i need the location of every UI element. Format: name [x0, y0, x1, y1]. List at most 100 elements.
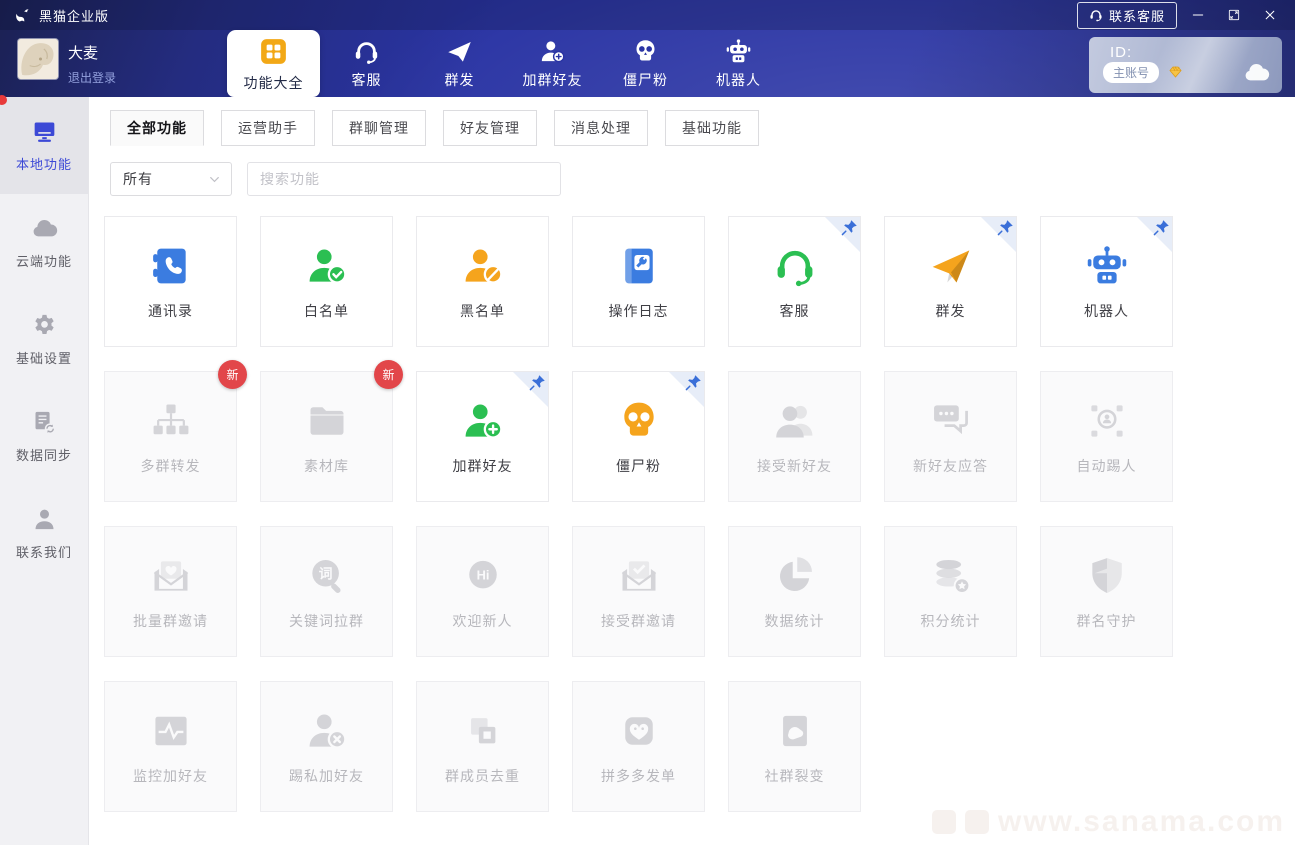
avatar[interactable] — [18, 39, 58, 79]
app-logo-icon — [14, 7, 31, 24]
card-contacts[interactable]: 通讯录 — [104, 216, 237, 347]
nav-item-mass-send[interactable]: 群发 — [413, 30, 506, 97]
card-mass-send[interactable]: 群发 — [884, 216, 1017, 347]
category-select[interactable]: 所有 — [110, 162, 232, 196]
main-account-badge: 主账号 — [1103, 62, 1159, 83]
tab-all-features[interactable]: 全部功能 — [110, 110, 204, 146]
card-label: 多群转发 — [141, 456, 201, 476]
card-label: 通讯录 — [148, 301, 193, 321]
sidebar-item-local-features[interactable]: 本地功能 — [0, 97, 88, 194]
sidebar-item-contact-us[interactable]: 联系我们 — [0, 485, 88, 582]
category-select-value: 所有 — [123, 169, 153, 189]
card-robot[interactable]: 机器人 — [1040, 216, 1173, 347]
card-label: 新好友应答 — [913, 456, 988, 476]
gear-icon — [31, 312, 58, 339]
card-label: 社群裂变 — [765, 766, 825, 786]
card-keyword-pull-group[interactable]: 词关键词拉群 — [260, 526, 393, 657]
card-pdd-order-send[interactable]: 拼多多发单 — [572, 681, 705, 812]
card-label: 关键词拉群 — [289, 611, 364, 631]
card-label: 群成员去重 — [445, 766, 520, 786]
card-data-statistics[interactable]: 数据统计 — [728, 526, 861, 657]
card-auto-kick[interactable]: 自动踢人 — [1040, 371, 1173, 502]
tab-basic-features[interactable]: 基础功能 — [665, 110, 759, 146]
card-monitor-add-friend[interactable]: 监控加好友 — [104, 681, 237, 812]
person-add-icon — [461, 399, 505, 443]
nav-item-label: 加群好友 — [523, 70, 583, 90]
title-bar: 黑猫企业版 联系客服 — [0, 0, 1295, 30]
svg-text:词: 词 — [318, 566, 332, 581]
nav-item-zombie-fans[interactable]: 僵尸粉 — [599, 30, 692, 97]
card-operation-log[interactable]: 操作日志 — [572, 216, 705, 347]
card-label: 群名守护 — [1077, 611, 1137, 631]
card-blacklist[interactable]: 黑名单 — [416, 216, 549, 347]
cloud-icon — [1243, 59, 1270, 86]
card-group-member-dedupe[interactable]: 群成员去重 — [416, 681, 549, 812]
fission-icon — [773, 709, 817, 753]
pushpin-icon — [529, 374, 546, 391]
nav-item-all-features[interactable]: 功能大全 — [227, 30, 320, 97]
card-accept-new-friends[interactable]: 接受新好友 — [728, 371, 861, 502]
person-remove-icon — [305, 709, 349, 753]
category-tabs: 全部功能运营助手群聊管理好友管理消息处理基础功能 — [110, 110, 1295, 146]
sidebar-item-label: 联系我们 — [16, 542, 72, 561]
chat-icon — [929, 399, 973, 443]
card-label: 机器人 — [1084, 301, 1129, 321]
card-label: 积分统计 — [921, 611, 981, 631]
card-label: 踢私加好友 — [289, 766, 364, 786]
logout-link[interactable]: 退出登录 — [68, 69, 116, 86]
card-accept-group-invite[interactable]: 接受群邀请 — [572, 526, 705, 657]
card-points-statistics[interactable]: 积分统计 — [884, 526, 1017, 657]
search-input[interactable] — [247, 162, 561, 196]
person-add-icon — [539, 38, 566, 65]
close-button[interactable] — [1255, 3, 1285, 27]
contact-support-button[interactable]: 联系客服 — [1077, 2, 1177, 29]
card-label: 素材库 — [304, 456, 349, 476]
card-batch-group-invite[interactable]: 批量群邀请 — [104, 526, 237, 657]
card-zombie-fans[interactable]: 僵尸粉 — [572, 371, 705, 502]
maximize-button[interactable] — [1219, 3, 1249, 27]
tab-message-handling[interactable]: 消息处理 — [554, 110, 648, 146]
tab-friend-management[interactable]: 好友管理 — [443, 110, 537, 146]
card-material-library[interactable]: 素材库新 — [260, 371, 393, 502]
tab-operation-helper[interactable]: 运营助手 — [221, 110, 315, 146]
log-book-icon — [617, 244, 661, 288]
headset-icon — [353, 38, 380, 65]
contact-book-icon — [149, 244, 193, 288]
sidebar-item-data-sync[interactable]: 数据同步 — [0, 388, 88, 485]
card-kick-private-add-friend[interactable]: 踢私加好友 — [260, 681, 393, 812]
mail-check-icon — [617, 554, 661, 598]
sidebar-item-basic-settings[interactable]: 基础设置 — [0, 291, 88, 388]
dedupe-squares-icon — [461, 709, 505, 753]
sidebar-item-cloud-features[interactable]: 云端功能 — [0, 194, 88, 291]
new-badge: 新 — [374, 360, 403, 389]
minimize-button[interactable] — [1183, 3, 1213, 27]
database-star-icon — [929, 554, 973, 598]
card-add-group-friend[interactable]: 加群好友 — [416, 371, 549, 502]
nav-item-label: 机器人 — [716, 70, 761, 90]
gem-icon — [1166, 63, 1185, 82]
skull-icon — [617, 399, 661, 443]
nav-item-label: 功能大全 — [244, 73, 304, 93]
watermark-logo-icon — [965, 810, 989, 834]
card-welcome-newcomer[interactable]: Hi欢迎新人 — [416, 526, 549, 657]
card-new-friend-reply[interactable]: 新好友应答 — [884, 371, 1017, 502]
main-content: 全部功能运营助手群聊管理好友管理消息处理基础功能 所有 通讯录 白名单黑名单操作日… — [90, 97, 1295, 845]
card-label: 拼多多发单 — [601, 766, 676, 786]
people-icon — [773, 399, 817, 443]
card-community-fission[interactable]: 社群裂变 — [728, 681, 861, 812]
tab-group-chat-management[interactable]: 群聊管理 — [332, 110, 426, 146]
card-group-name-guard[interactable]: 群名守护 — [1040, 526, 1173, 657]
top-bar: 黑猫企业版 联系客服 大麦 退出登录 功能大全客服群发加群好友僵尸粉机器人 — [0, 0, 1295, 97]
nav-item-customer-service[interactable]: 客服 — [320, 30, 413, 97]
user-block: 大麦 退出登录 — [18, 39, 116, 86]
card-label: 欢迎新人 — [453, 611, 513, 631]
card-multi-group-forward[interactable]: 多群转发新 — [104, 371, 237, 502]
card-customer-service[interactable]: 客服 — [728, 216, 861, 347]
sidebar-item-label: 基础设置 — [16, 348, 72, 367]
card-whitelist[interactable]: 白名单 — [260, 216, 393, 347]
nav-item-add-group-friend[interactable]: 加群好友 — [506, 30, 599, 97]
sidebar-item-label: 本地功能 — [16, 154, 72, 173]
nav-item-robot[interactable]: 机器人 — [692, 30, 785, 97]
card-label: 批量群邀请 — [133, 611, 208, 631]
kick-network-icon — [1085, 399, 1129, 443]
